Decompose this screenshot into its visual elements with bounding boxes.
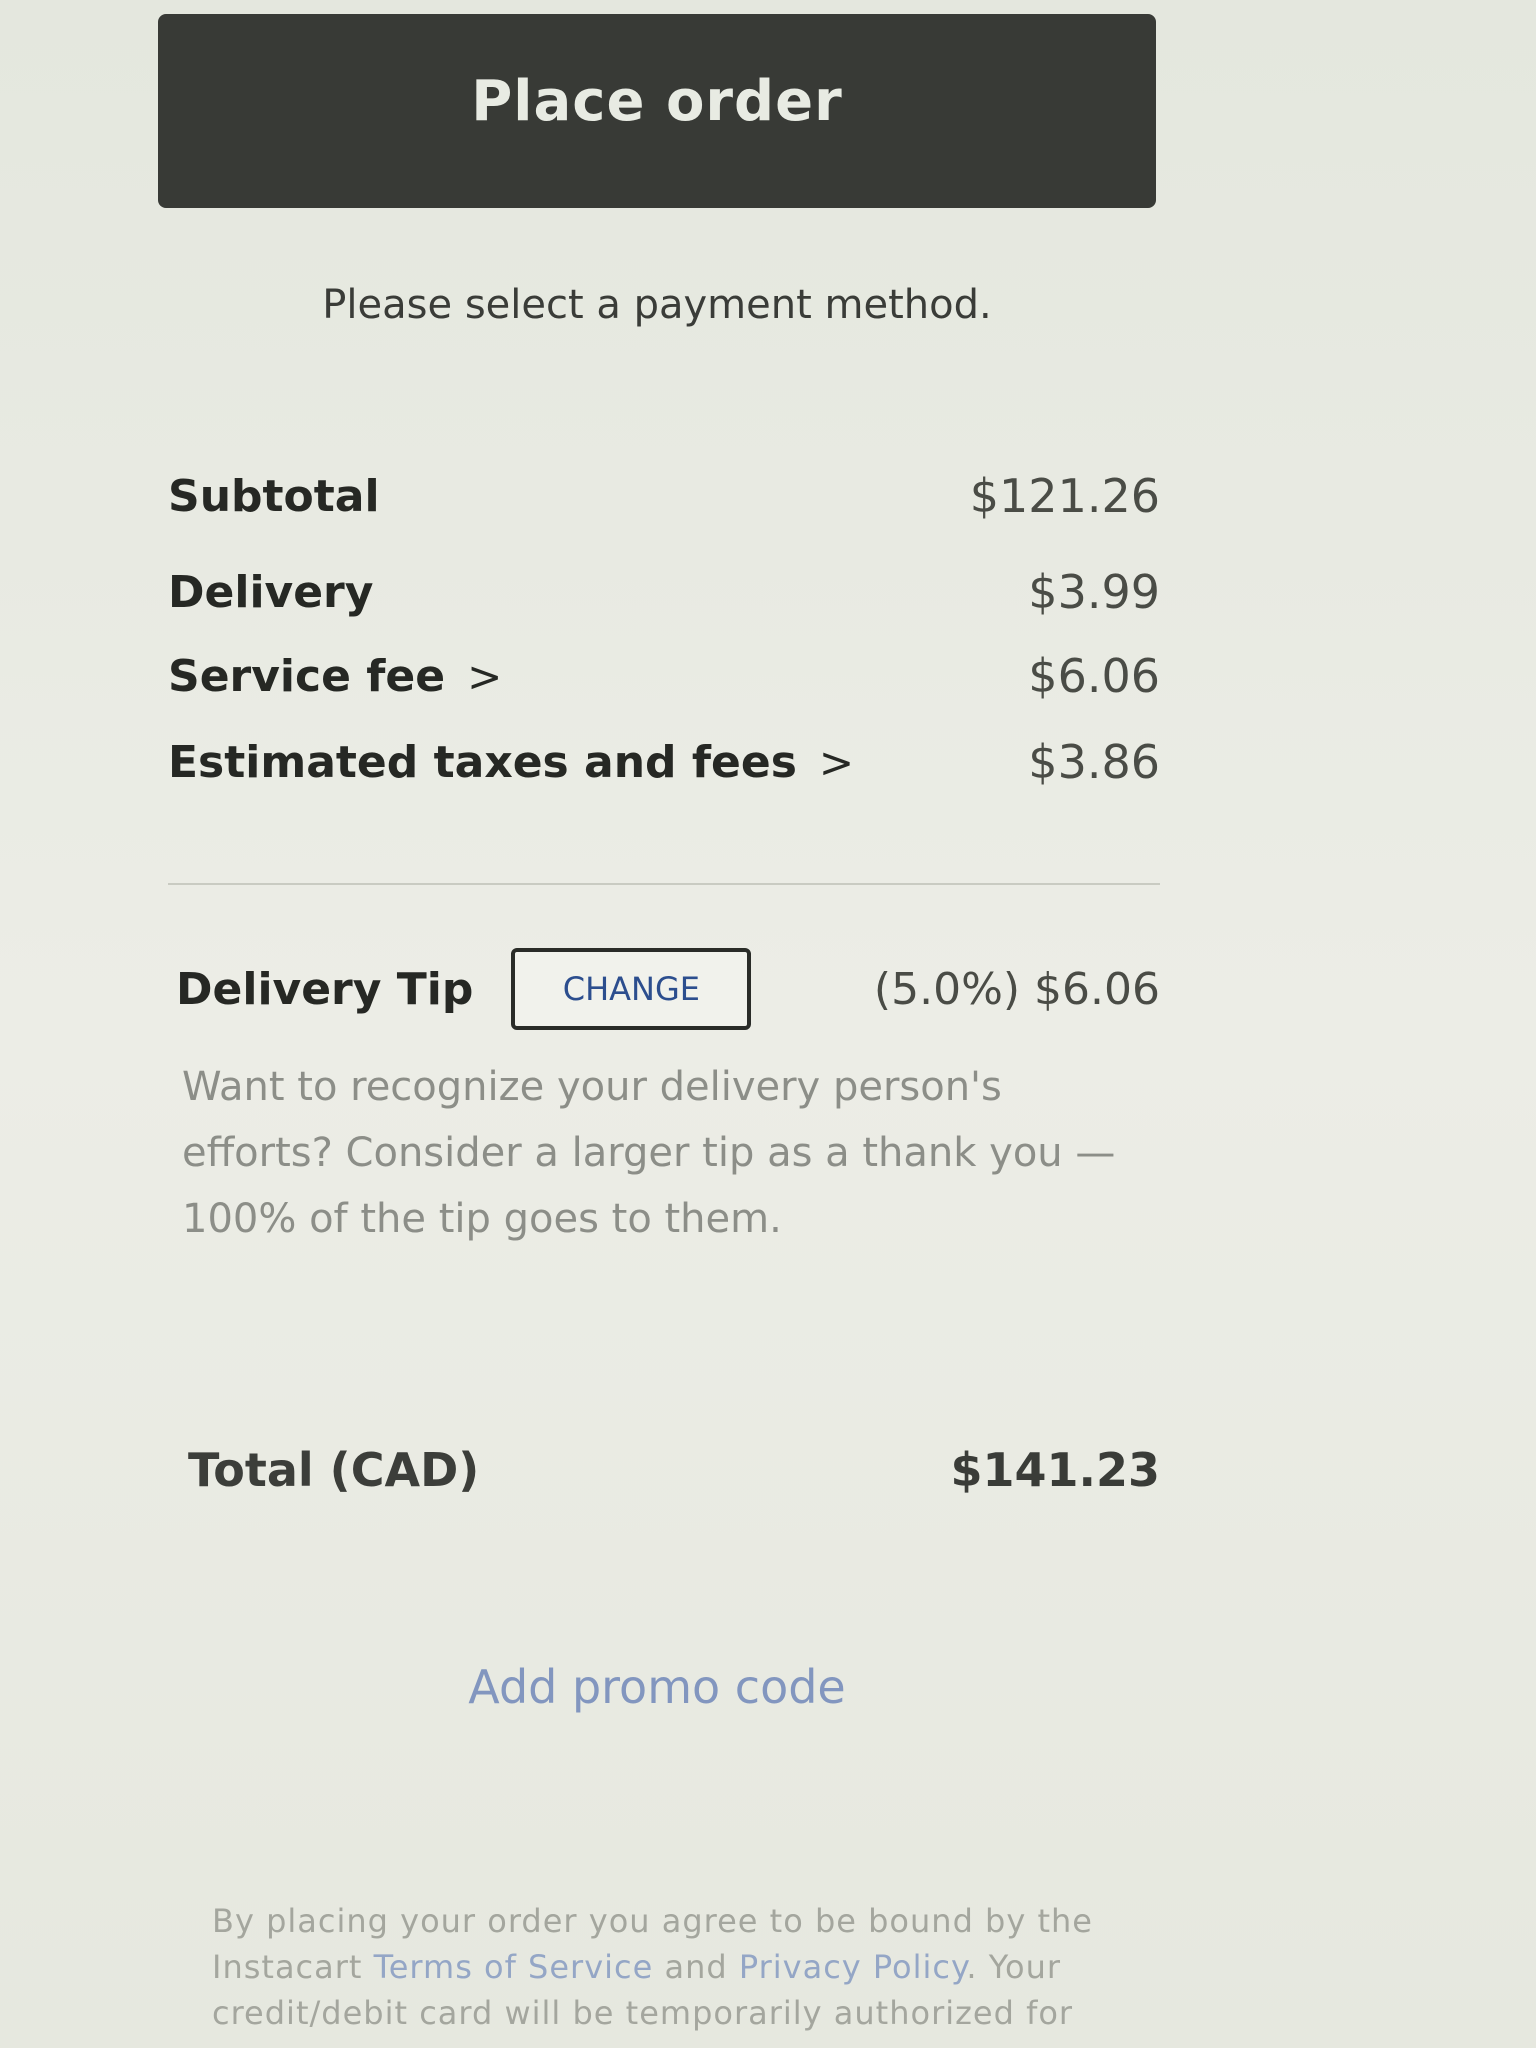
service-fee-label-text: Service fee [168,650,446,702]
checkout-panel: Place order Please select a payment meth… [0,0,1536,2048]
delivery-tip-label: Delivery Tip [176,963,474,1015]
legal-text: By placing your order you agree to be bo… [212,1898,1112,2036]
delivery-label: Delivery [168,566,374,618]
privacy-policy-link[interactable]: Privacy Policy [739,1948,967,1986]
estimated-taxes-label-text: Estimated taxes and fees [168,736,797,788]
delivery-value: $3.99 [1028,565,1160,619]
estimated-taxes-value: $3.86 [1028,735,1160,789]
chevron-right-icon[interactable]: > [819,738,854,787]
service-fee-value: $6.06 [1028,649,1160,703]
total-label: Total (CAD) [188,1443,480,1497]
place-order-button[interactable]: Place order [158,14,1156,208]
total-value: $141.23 [950,1443,1160,1497]
add-promo-code-link[interactable]: Add promo code [158,1660,1156,1714]
delivery-tip-row: Delivery Tip CHANGE (5.0%) $6.06 [176,946,1160,1032]
payment-method-message: Please select a payment method. [322,282,992,328]
legal-and: and [653,1948,739,1986]
terms-of-service-link[interactable]: Terms of Service [374,1948,654,1986]
chevron-right-icon[interactable]: > [467,652,502,701]
fee-row-delivery: Delivery $3.99 [168,556,1160,628]
subtotal-label: Subtotal [168,470,380,522]
fee-row-service-fee[interactable]: Service fee > $6.06 [168,640,1160,712]
fee-row-subtotal: Subtotal $121.26 [168,460,1160,532]
fee-row-estimated-taxes[interactable]: Estimated taxes and fees > $3.86 [168,726,1160,798]
change-tip-button[interactable]: CHANGE [511,948,752,1030]
summary-divider [168,883,1160,885]
total-row: Total (CAD) $141.23 [188,1428,1160,1512]
delivery-tip-value: (5.0%) $6.06 [873,963,1160,1015]
tip-note: Want to recognize your delivery person's… [182,1064,1116,1242]
service-fee-label[interactable]: Service fee > [168,651,502,702]
subtotal-value: $121.26 [969,469,1160,523]
estimated-taxes-label[interactable]: Estimated taxes and fees > [168,737,854,788]
